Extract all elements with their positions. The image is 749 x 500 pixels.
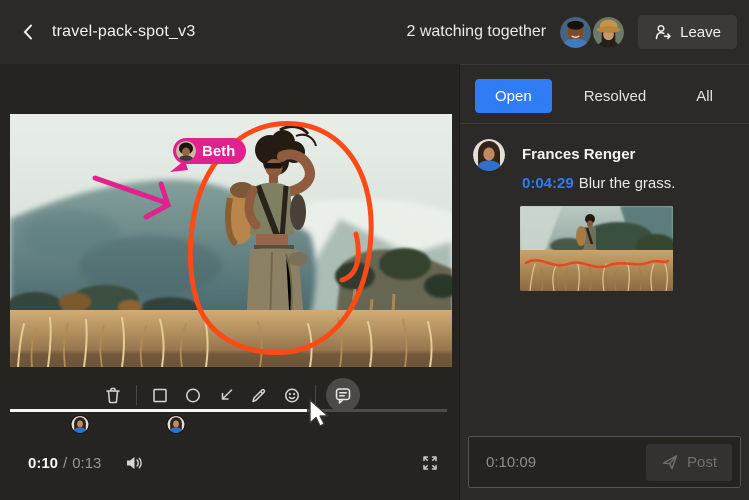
commenter-name: Frances Renger bbox=[522, 146, 635, 163]
time-separator: / bbox=[63, 455, 67, 472]
comment-filter-tabs: Open Resolved All bbox=[475, 79, 731, 113]
comment-marker[interactable] bbox=[71, 416, 88, 433]
replay-app: travel-pack-spot_v3 2 watching together … bbox=[0, 0, 749, 500]
tab-all[interactable]: All bbox=[678, 79, 731, 113]
presence-label: Beth bbox=[173, 138, 246, 164]
presence-name: Beth bbox=[202, 143, 235, 160]
video-canvas[interactable]: Beth bbox=[10, 114, 452, 367]
comment-timestamp-link[interactable]: 0:04:29 bbox=[522, 175, 574, 192]
timeline-progress bbox=[10, 409, 307, 412]
comment-text: Blur the grass. bbox=[579, 175, 676, 192]
ellipse-tool-button[interactable] bbox=[180, 382, 206, 408]
chevron-left-icon bbox=[22, 23, 34, 41]
duration: 0:13 bbox=[72, 455, 101, 472]
toolbar-divider bbox=[136, 385, 137, 405]
comments-sidebar: Open Resolved All Frances Renger 0:04:29… bbox=[460, 64, 749, 500]
fullscreen-icon bbox=[422, 455, 438, 471]
header: travel-pack-spot_v3 2 watching together … bbox=[0, 0, 749, 64]
rectangle-tool-button[interactable] bbox=[147, 382, 173, 408]
timeline-scrubber[interactable] bbox=[10, 409, 447, 412]
comment-body: 0:04:29 Blur the grass. bbox=[522, 175, 675, 192]
leave-button-label: Leave bbox=[680, 24, 721, 41]
smiley-icon bbox=[282, 385, 302, 405]
current-time: 0:10 bbox=[28, 455, 58, 472]
ellipse-icon bbox=[183, 385, 203, 405]
page-title: travel-pack-spot_v3 bbox=[52, 23, 195, 41]
fullscreen-button[interactable] bbox=[422, 455, 438, 471]
comment-marker[interactable] bbox=[168, 416, 185, 433]
viewer-avatars bbox=[560, 17, 624, 48]
viewer-avatar-2 bbox=[593, 17, 624, 48]
delete-annotation-button[interactable] bbox=[100, 382, 126, 408]
tab-open[interactable]: Open bbox=[475, 79, 552, 113]
send-icon bbox=[661, 453, 679, 471]
toolbar-divider bbox=[315, 385, 316, 405]
draw-tool-button[interactable] bbox=[246, 382, 272, 408]
emoji-tool-button[interactable] bbox=[279, 382, 305, 408]
leave-button[interactable]: Leave bbox=[638, 15, 737, 49]
tabs-divider bbox=[460, 123, 749, 124]
commenter-avatar bbox=[473, 139, 505, 171]
comment-composer: Post bbox=[468, 436, 741, 488]
arrow-icon bbox=[216, 385, 236, 405]
post-button[interactable]: Post bbox=[646, 444, 732, 481]
rectangle-icon bbox=[150, 385, 170, 405]
arrow-tool-button[interactable] bbox=[213, 382, 239, 408]
player-pane: Beth bbox=[0, 64, 460, 500]
tab-resolved[interactable]: Resolved bbox=[566, 79, 665, 113]
comment-input[interactable] bbox=[469, 454, 646, 471]
viewer-avatar-1 bbox=[560, 17, 591, 48]
speaker-icon bbox=[125, 455, 143, 471]
comment-frame-thumbnail[interactable] bbox=[520, 206, 673, 291]
time-display: 0:10 / 0:13 bbox=[28, 455, 101, 472]
player-controls: 0:10 / 0:13 bbox=[0, 448, 460, 478]
comment-icon bbox=[333, 385, 353, 405]
comment-tool-button[interactable] bbox=[326, 378, 360, 412]
leave-icon bbox=[654, 23, 672, 41]
post-button-label: Post bbox=[687, 454, 717, 471]
trash-icon bbox=[103, 385, 123, 405]
pencil-icon bbox=[249, 385, 269, 405]
back-button[interactable] bbox=[18, 19, 38, 45]
watching-label: 2 watching together bbox=[406, 23, 546, 41]
timeline-markers bbox=[10, 416, 447, 434]
volume-button[interactable] bbox=[125, 455, 143, 471]
presence-avatar bbox=[176, 141, 196, 161]
